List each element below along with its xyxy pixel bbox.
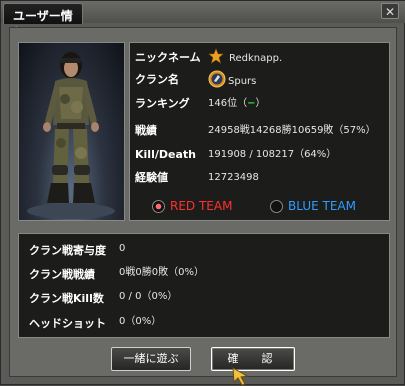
record-label: 戦績 <box>135 124 157 137</box>
ranking-label: ランキング <box>135 97 190 110</box>
clan-emblem-icon <box>208 70 226 88</box>
row-clan-contribution: クラン戦寄与度 0 <box>29 239 125 259</box>
profile-info-panel: ニックネーム Redknapp. クラン名 Spurs ランキング 146位（−… <box>129 42 390 221</box>
confirm-button[interactable]: 確 認 <box>211 347 295 371</box>
nickname-label: ニックネーム <box>135 51 201 64</box>
row-experience: 経験値 12723498 <box>135 168 259 188</box>
character-portrait <box>18 42 125 221</box>
clan-contribution-label: クラン戦寄与度 <box>29 244 106 257</box>
title-tab: ユーザー情報 <box>3 3 83 40</box>
row-headshot: ヘッドショット 0（0%） <box>29 312 161 332</box>
play-together-button[interactable]: 一緒に遊ぶ <box>111 347 191 371</box>
nickname-value: Redknapp. <box>229 53 283 64</box>
clan-value: Spurs <box>228 76 257 87</box>
headshot-label: ヘッドショット <box>29 317 106 330</box>
clan-record-label: クラン戦戦績 <box>29 268 95 281</box>
ranking-value: 146位（ <box>208 98 248 109</box>
pointer-cursor-icon <box>232 367 249 386</box>
blue-team-radio[interactable] <box>270 200 283 213</box>
clan-contribution-value: 0 <box>119 243 126 254</box>
clan-kills-label: クラン戦Kill数 <box>29 292 104 305</box>
experience-value: 12723498 <box>208 172 259 183</box>
row-ranking: ランキング 146位（−） <box>135 94 265 114</box>
user-info-window: ユーザー情報 ✕ <box>0 0 405 386</box>
title-bar: ユーザー情報 ✕ <box>1 1 405 40</box>
record-value: 24958戦14268勝10659敗（57%） <box>208 125 376 136</box>
row-clan: クラン名 Spurs <box>135 70 256 90</box>
close-button[interactable]: ✕ <box>381 3 399 19</box>
blue-team-label[interactable]: BLUE TEAM <box>288 198 356 214</box>
clan-label: クラン名 <box>135 73 179 86</box>
kill-death-value: 191908 / 108217（64%） <box>208 149 337 160</box>
headshot-value: 0（0%） <box>119 316 162 327</box>
row-clan-record: クラン戦戦績 0戦0勝0敗（0%） <box>29 263 204 283</box>
experience-label: 経験値 <box>135 171 168 184</box>
row-clan-kills: クラン戦Kill数 0 / 0（0%） <box>29 287 177 307</box>
team-selector: RED TEAM BLUE TEAM <box>152 198 382 214</box>
row-record: 戦績 24958戦14268勝10659敗（57%） <box>135 121 376 141</box>
ranking-suffix: ） <box>255 98 266 109</box>
soldier-figure-icon <box>27 52 115 219</box>
clan-kills-value: 0 / 0（0%） <box>119 291 178 302</box>
red-team-radio[interactable] <box>152 200 165 213</box>
row-kill-death: Kill/Death 191908 / 108217（64%） <box>135 145 336 165</box>
clan-record-value: 0戦0勝0敗（0%） <box>119 267 204 278</box>
star-rank-icon <box>208 48 224 64</box>
kill-death-label: Kill/Death <box>135 148 196 161</box>
clan-stats-panel: クラン戦寄与度 0 クラン戦戦績 0戦0勝0敗（0%） クラン戦Kill数 0 … <box>18 233 390 338</box>
red-team-label[interactable]: RED TEAM <box>170 198 232 214</box>
row-nickname: ニックネーム Redknapp. <box>135 48 282 68</box>
